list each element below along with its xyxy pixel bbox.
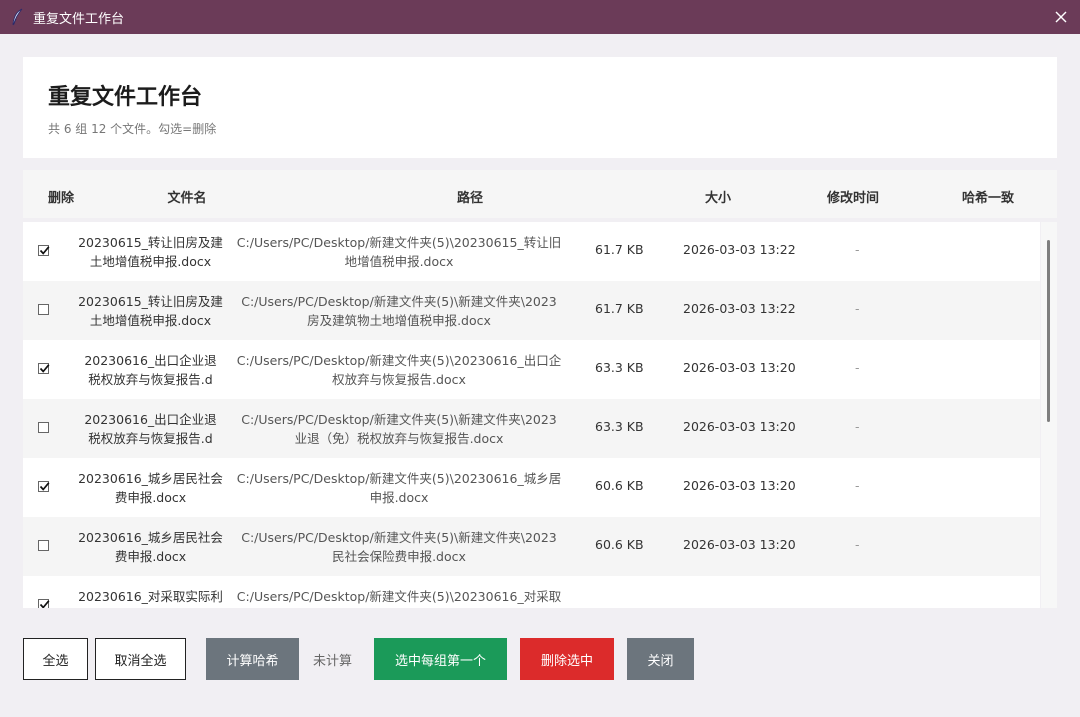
header-card: 重复文件工作台 共 6 组 12 个文件。勾选=删除 (23, 57, 1057, 158)
hash-match: - (855, 537, 860, 552)
file-name: 20230616_城乡居民社会 费申报.docx (78, 530, 223, 564)
hash-match: - (855, 301, 860, 316)
delete-checkbox[interactable] (38, 599, 50, 608)
delete-checkbox[interactable] (38, 363, 50, 374)
feather-icon (10, 8, 26, 26)
table-body[interactable]: 20230615_转让旧房及建 土地增值税申报.docx C:/Users/PC/… (23, 222, 1040, 608)
check-icon (39, 482, 50, 491)
scrollbar-thumb[interactable] (1047, 240, 1050, 422)
column-header-hash: 哈希一致 (961, 191, 1015, 206)
column-header-delete: 删除 (47, 191, 75, 206)
table-header: 删除 文件名 路径 大小 修改时间 哈希一致 (23, 170, 1057, 218)
table-row[interactable]: 20230616_城乡居民社会 费申报.docx C:/Users/PC/Desk… (23, 517, 1040, 576)
file-name: 20230616_城乡居民社会 费申报.docx (78, 471, 223, 505)
hash-match: - (855, 360, 860, 375)
file-mtime: 2026-03-03 13:20 (683, 419, 796, 434)
select-all-button[interactable]: 全选 (23, 638, 88, 680)
page-subtitle: 共 6 组 12 个文件。勾选=删除 (48, 122, 217, 136)
column-header-path: 路径 (456, 191, 484, 206)
file-name: 20230616_对采取实际利 (78, 589, 223, 604)
table-row[interactable]: 20230615_转让旧房及建 土地增值税申报.docx C:/Users/PC/… (23, 281, 1040, 340)
table-row[interactable]: 20230616_出口企业退 税权放弃与恢复报告.d C:/Users/PC/De… (23, 340, 1040, 399)
file-size: 61.7 KB (595, 242, 644, 257)
file-name: 20230615_转让旧房及建 土地增值税申报.docx (78, 235, 223, 269)
check-icon (39, 600, 50, 608)
page-title: 重复文件工作台 (48, 85, 203, 110)
file-size: 60.6 KB (595, 478, 644, 493)
delete-checkbox[interactable] (38, 304, 49, 315)
hash-match: - (855, 478, 860, 493)
file-mtime: 2026-03-03 13:20 (683, 478, 796, 493)
check-icon (39, 364, 50, 373)
vertical-scrollbar[interactable] (1041, 222, 1057, 608)
window-title: 重复文件工作台 (33, 12, 125, 27)
column-header-filename: 文件名 (167, 191, 207, 206)
file-path: C:/Users/PC/Desktop/新建文件夹(5)\20230616_城乡… (236, 471, 562, 505)
delete-checkbox[interactable] (38, 481, 50, 492)
file-size: 63.3 KB (595, 360, 644, 375)
hash-status-text: 未计算 (313, 654, 353, 669)
table-row[interactable]: 20230616_城乡居民社会 费申报.docx C:/Users/PC/Desk… (23, 458, 1040, 517)
title-bar: 重复文件工作台 (0, 0, 1080, 34)
file-size: 60.6 KB (595, 537, 644, 552)
close-button[interactable]: 关闭 (627, 638, 694, 680)
delete-checkbox[interactable] (38, 422, 49, 433)
file-path: C:/Users/PC/Desktop/新建文件夹(5)\新建文件夹\2023 业… (241, 412, 557, 446)
file-mtime: 2026-03-03 13:22 (683, 242, 796, 257)
table-row[interactable]: 20230616_对采取实际利 C:/Users/PC/Desktop/新建文件… (23, 576, 1040, 608)
file-path: C:/Users/PC/Desktop/新建文件夹(5)\20230615_转让… (236, 235, 562, 269)
column-header-mtime: 修改时间 (826, 191, 880, 206)
file-name: 20230615_转让旧房及建 土地增值税申报.docx (78, 294, 223, 328)
file-name: 20230616_出口企业退 税权放弃与恢复报告.d (84, 412, 217, 446)
file-path: C:/Users/PC/Desktop/新建文件夹(5)\20230616_出口… (236, 353, 562, 387)
file-mtime: 2026-03-03 13:20 (683, 360, 796, 375)
table-row[interactable]: 20230615_转让旧房及建 土地增值税申报.docx C:/Users/PC/… (23, 222, 1040, 281)
hash-match: - (855, 419, 860, 434)
file-size: 61.7 KB (595, 301, 644, 316)
delete-checkbox[interactable] (38, 245, 50, 256)
delete-selected-button[interactable]: 删除选中 (520, 638, 614, 680)
table-row[interactable]: 20230616_出口企业退 税权放弃与恢复报告.d C:/Users/PC/De… (23, 399, 1040, 458)
file-mtime: 2026-03-03 13:20 (683, 537, 796, 552)
file-mtime: 2026-03-03 13:22 (683, 301, 796, 316)
file-path: C:/Users/PC/Desktop/新建文件夹(5)\新建文件夹\2023 房… (241, 294, 557, 328)
file-path: C:/Users/PC/Desktop/新建文件夹(5)\20230616_对采… (236, 589, 562, 604)
select-first-each-group-button[interactable]: 选中每组第一个 (374, 638, 507, 680)
close-icon[interactable] (1049, 5, 1073, 29)
delete-checkbox[interactable] (38, 540, 49, 551)
file-name: 20230616_出口企业退 税权放弃与恢复报告.d (84, 353, 217, 387)
check-icon (39, 246, 50, 255)
compute-hash-button[interactable]: 计算哈希 (206, 638, 299, 680)
file-size: 63.3 KB (595, 419, 644, 434)
file-path: C:/Users/PC/Desktop/新建文件夹(5)\新建文件夹\2023 民… (241, 530, 557, 564)
column-header-size: 大小 (704, 191, 732, 206)
hash-match: - (855, 242, 860, 257)
deselect-all-button[interactable]: 取消全选 (95, 638, 186, 680)
